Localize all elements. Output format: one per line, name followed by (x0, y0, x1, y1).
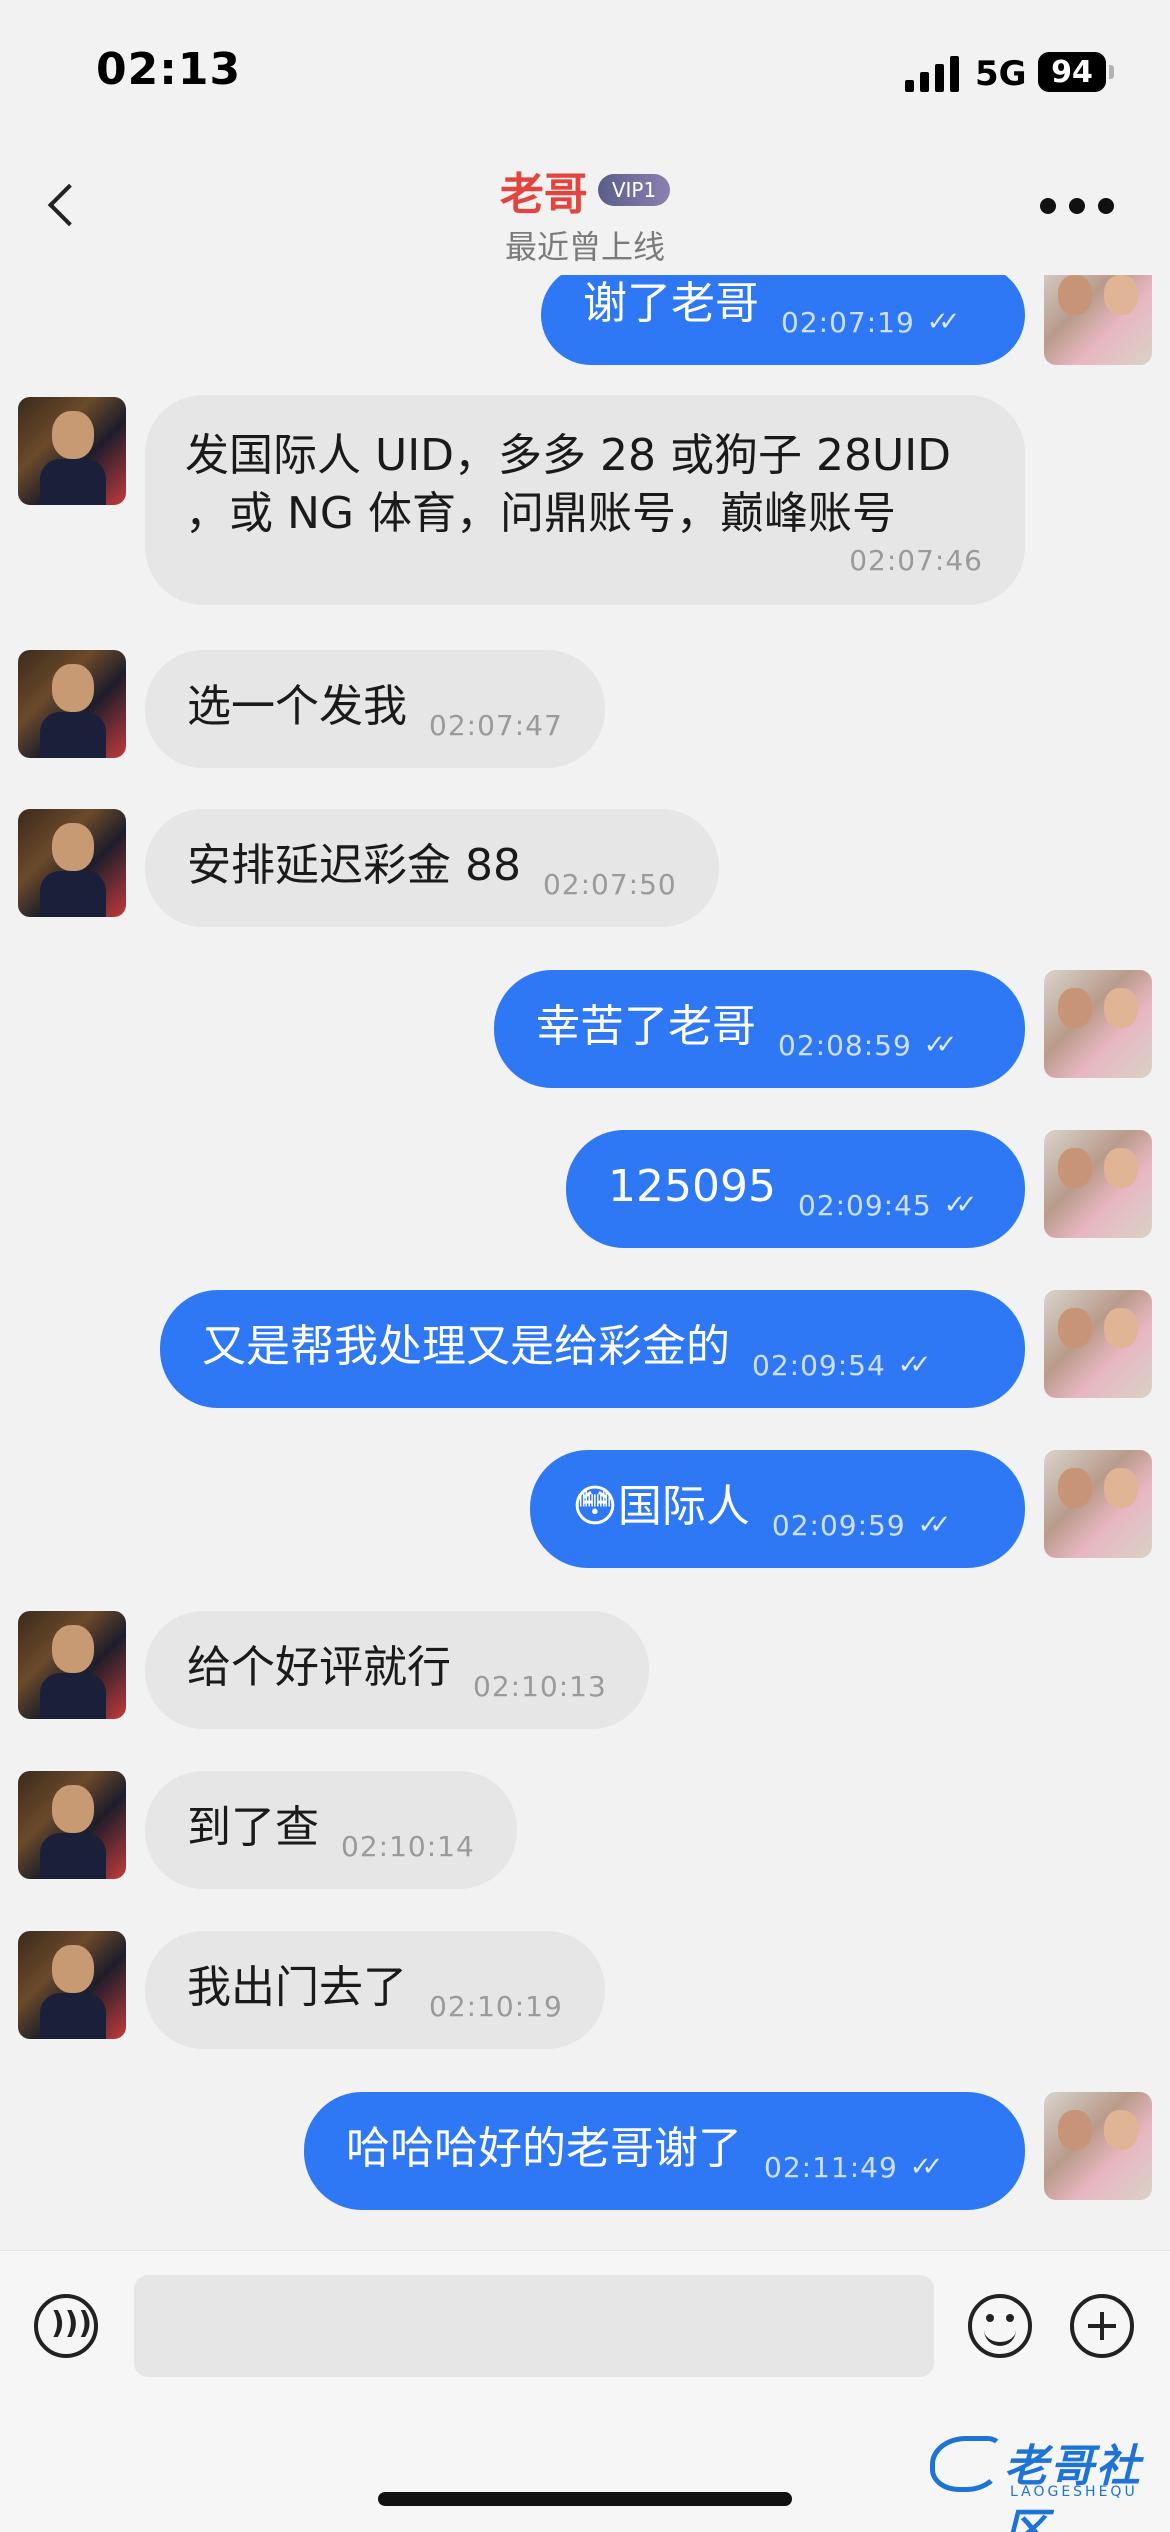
message-text: 哈哈哈好的老哥谢了 (346, 2123, 742, 2174)
contact-avatar[interactable] (18, 809, 126, 917)
message-text: 幸苦了老哥 (536, 1001, 756, 1052)
read-check-icon: ✓✓ (917, 1510, 951, 1540)
message-text: 又是帮我处理又是给彩金的 (202, 1321, 730, 1372)
message-bubble-outgoing[interactable]: 😳国际人 02:09:59 ✓✓ (530, 1450, 1025, 1568)
battery-level: 94 (1051, 54, 1093, 90)
message-text: 到了查 (187, 1802, 319, 1853)
message-bubble-outgoing[interactable]: 哈哈哈好的老哥谢了 02:11:49 ✓✓ (304, 2092, 1025, 2210)
signal-icon (905, 56, 959, 92)
message-time: 02:09:45 (797, 1189, 932, 1222)
my-avatar[interactable] (1044, 1290, 1152, 1398)
contact-name: 老哥 (499, 169, 588, 220)
dragon-logo-icon (930, 2436, 1002, 2492)
message-bubble-outgoing[interactable]: 谢了老哥 02:07:19 ✓✓ (541, 275, 1025, 365)
contact-avatar[interactable] (18, 1611, 126, 1719)
message-text: 125095 (608, 1161, 776, 1212)
contact-status: 最近曾上线 (504, 228, 665, 266)
message-bubble-incoming[interactable]: 到了查 02:10:14 (145, 1771, 517, 1889)
my-avatar[interactable] (1044, 1450, 1152, 1558)
my-avatar[interactable] (1044, 2092, 1152, 2200)
network-type: 5G (975, 54, 1027, 94)
message-bubble-incoming[interactable]: 选一个发我 02:07:47 (145, 650, 605, 768)
message-text: 安排延迟彩金 88 (187, 840, 521, 891)
message-bubble-incoming[interactable]: 发国际人 UID，多多 28 或狗子 28UID ，或 NG 体育，问鼎账号，巅… (145, 395, 1025, 605)
message-bubble-incoming[interactable]: 给个好评就行 02:10:13 (145, 1611, 649, 1729)
message-time: 02:10:13 (473, 1670, 607, 1703)
read-check-icon: ✓✓ (943, 1190, 977, 1220)
my-avatar[interactable] (1044, 275, 1152, 365)
message-time: 02:07:46 (849, 544, 983, 577)
read-check-icon: ✓✓ (923, 1030, 957, 1060)
message-time: 02:10:19 (429, 1990, 563, 2023)
message-text: 我出门去了 (187, 1962, 407, 2013)
message-bubble-incoming[interactable]: 我出门去了 02:10:19 (145, 1931, 605, 2049)
message-input[interactable] (134, 2275, 934, 2377)
read-check-icon: ✓✓ (897, 1350, 931, 1380)
message-text: 选一个发我 (187, 681, 407, 732)
more-dot-icon (1069, 198, 1085, 214)
battery-tip (1109, 65, 1114, 79)
chat-header: 老哥 VIP1 最近曾上线 (0, 140, 1170, 275)
emoji-icon[interactable] (968, 2294, 1032, 2358)
message-time: 02:08:59 (778, 1029, 912, 1062)
message-text: 发国际人 UID，多多 28 或狗子 28UID ，或 NG 体育，问鼎账号，巅… (185, 430, 952, 539)
message-bubble-outgoing[interactable]: 又是帮我处理又是给彩金的 02:09:54 ✓✓ (160, 1290, 1025, 1408)
message-list[interactable]: 谢了老哥 02:07:19 ✓✓ 发国际人 UID，多多 28 或狗子 28UID … (0, 275, 1170, 2250)
read-check-icon: ✓✓ (909, 2152, 943, 2182)
battery-icon: 94 (1038, 52, 1106, 92)
message-time: 02:07:50 (542, 868, 677, 901)
message-text: 😳国际人 (572, 1481, 750, 1532)
message-bubble-outgoing[interactable]: 幸苦了老哥 02:08:59 ✓✓ (494, 970, 1025, 1088)
watermark-subtext: LAOGESHEQU (1010, 2484, 1138, 2500)
my-avatar[interactable] (1044, 1130, 1152, 1238)
message-time: 02:09:59 (771, 1509, 906, 1542)
status-time: 02:13 (96, 44, 242, 95)
message-time: 02:11:49 (764, 2151, 898, 2184)
message-bubble-incoming[interactable]: 安排延迟彩金 88 02:07:50 (145, 809, 719, 927)
more-dot-icon (1098, 198, 1114, 214)
message-time: 02:07:19 (781, 306, 915, 339)
voice-icon[interactable]: ))) (34, 2294, 98, 2358)
more-dot-icon (1040, 198, 1056, 214)
contact-title-group[interactable]: 老哥 VIP1 (0, 158, 1170, 222)
plus-icon[interactable] (1070, 2294, 1134, 2358)
contact-avatar[interactable] (18, 1931, 126, 2039)
message-bubble-outgoing[interactable]: 125095 02:09:45 ✓✓ (566, 1130, 1025, 1248)
message-time: 02:10:14 (341, 1830, 475, 1863)
watermark-text: 老哥社区 (1004, 2441, 1142, 2532)
read-check-icon: ✓✓ (926, 307, 960, 337)
vip-badge: VIP1 (597, 174, 671, 206)
message-time: 02:09:54 (752, 1349, 886, 1382)
contact-avatar[interactable] (18, 1771, 126, 1879)
message-time: 02:07:47 (429, 709, 563, 742)
message-text: 谢了老哥 (583, 278, 759, 329)
my-avatar[interactable] (1044, 970, 1152, 1078)
contact-avatar[interactable] (18, 397, 126, 505)
more-options-button[interactable] (1040, 194, 1114, 218)
status-bar: 02:13 5G 94 (0, 0, 1170, 140)
message-text: 给个好评就行 (187, 1642, 451, 1693)
contact-avatar[interactable] (18, 650, 126, 758)
watermark-logo: 老哥社区 LAOGESHEQU (930, 2426, 1162, 2532)
home-indicator[interactable] (378, 2492, 792, 2506)
